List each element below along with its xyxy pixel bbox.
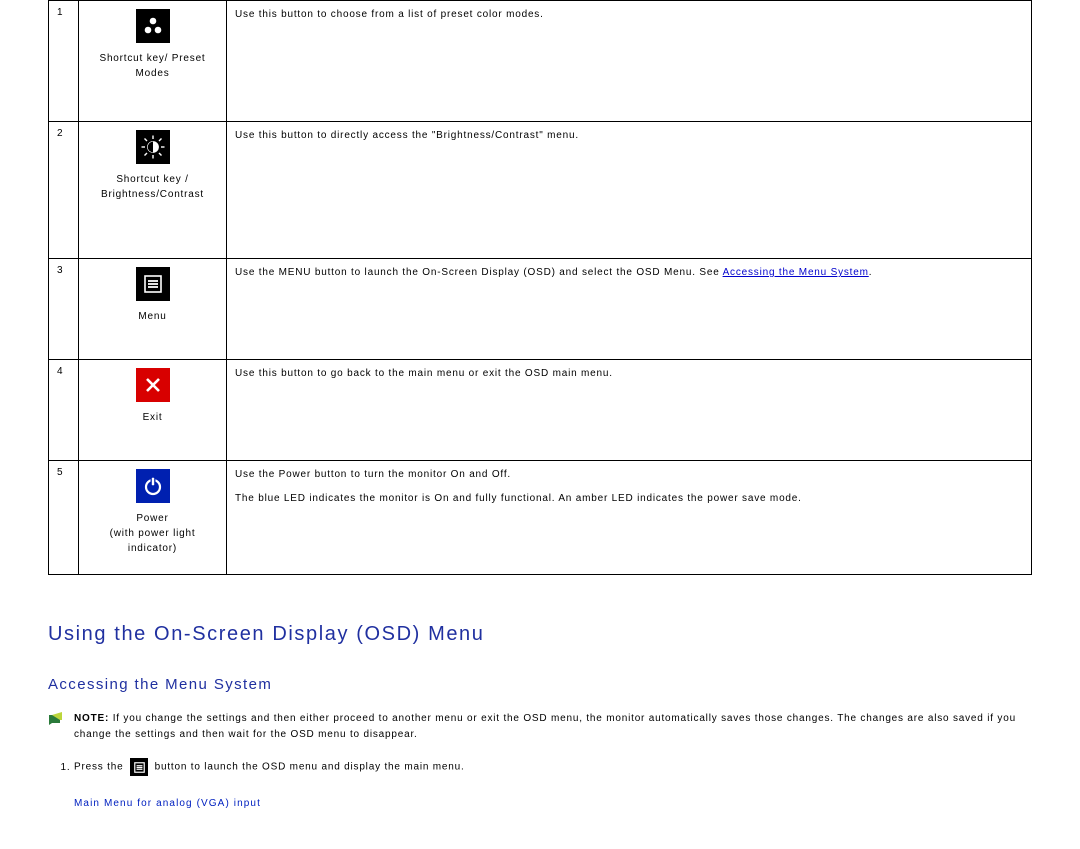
icon-cell: Exit xyxy=(79,360,227,461)
section-heading-osd: Using the On-Screen Display (OSD) Menu xyxy=(48,623,1032,646)
table-row: 5 Power (with power light indicator) Use… xyxy=(49,461,1032,575)
row-number: 4 xyxy=(49,360,79,461)
icon-label: Shortcut key/ Preset Modes xyxy=(87,51,218,81)
table-row: 4 Exit Use this button to go back to the… xyxy=(49,360,1032,461)
desc-line-b: The blue LED indicates the monitor is On… xyxy=(235,491,1023,507)
controls-table: 1 Shortcut key/ Preset Modes Use this bu… xyxy=(48,0,1032,575)
desc-post: . xyxy=(869,267,873,278)
desc-pre: Use the MENU button to launch the On-Scr… xyxy=(235,267,723,278)
row-number: 2 xyxy=(49,122,79,259)
row-description: Use this button to go back to the main m… xyxy=(227,360,1032,461)
note-icon xyxy=(48,712,64,732)
subsection-heading-accessing: Accessing the Menu System xyxy=(48,676,1032,693)
table-row: 3 Menu Use the MENU button to launch the… xyxy=(49,259,1032,360)
row-number: 1 xyxy=(49,1,79,122)
row-number: 3 xyxy=(49,259,79,360)
accessing-menu-link[interactable]: Accessing the Menu System xyxy=(723,267,869,278)
icon-cell: Shortcut key/ Preset Modes xyxy=(79,1,227,122)
row-description: Use this button to directly access the "… xyxy=(227,122,1032,259)
table-row: 1 Shortcut key/ Preset Modes Use this bu… xyxy=(49,1,1032,122)
table-row: 2 xyxy=(49,122,1032,259)
steps-list: Press the button to launch the OSD menu … xyxy=(74,758,1032,776)
icon-label: Exit xyxy=(87,410,218,425)
preset-modes-icon xyxy=(136,9,170,43)
icon-cell: Menu xyxy=(79,259,227,360)
menu-icon-inline xyxy=(130,758,148,776)
icon-label: Shortcut key / Brightness/Contrast xyxy=(87,172,218,202)
row-description: Use this button to choose from a list of… xyxy=(227,1,1032,122)
step-1-post: button to launch the OSD menu and displa… xyxy=(151,762,465,773)
note-block: NOTE: If you change the settings and the… xyxy=(48,711,1032,742)
main-menu-caption: Main Menu for analog (VGA) input xyxy=(74,798,1032,809)
icon-label: Menu xyxy=(87,309,218,324)
note-text: NOTE: If you change the settings and the… xyxy=(74,711,1032,742)
row-number: 5 xyxy=(49,461,79,575)
step-1-pre: Press the xyxy=(74,762,127,773)
exit-icon xyxy=(136,368,170,402)
row-description: Use the Power button to turn the monitor… xyxy=(227,461,1032,575)
desc-line-a: Use the Power button to turn the monitor… xyxy=(235,467,1023,483)
step-1: Press the button to launch the OSD menu … xyxy=(74,758,1032,776)
icon-cell: Shortcut key / Brightness/Contrast xyxy=(79,122,227,259)
row-description: Use the MENU button to launch the On-Scr… xyxy=(227,259,1032,360)
icon-label: Power (with power light indicator) xyxy=(87,511,218,556)
brightness-contrast-icon xyxy=(136,130,170,164)
menu-icon xyxy=(136,267,170,301)
icon-cell: Power (with power light indicator) xyxy=(79,461,227,575)
power-icon xyxy=(136,469,170,503)
note-body: If you change the settings and then eith… xyxy=(74,713,1016,740)
note-label: NOTE: xyxy=(74,713,109,724)
